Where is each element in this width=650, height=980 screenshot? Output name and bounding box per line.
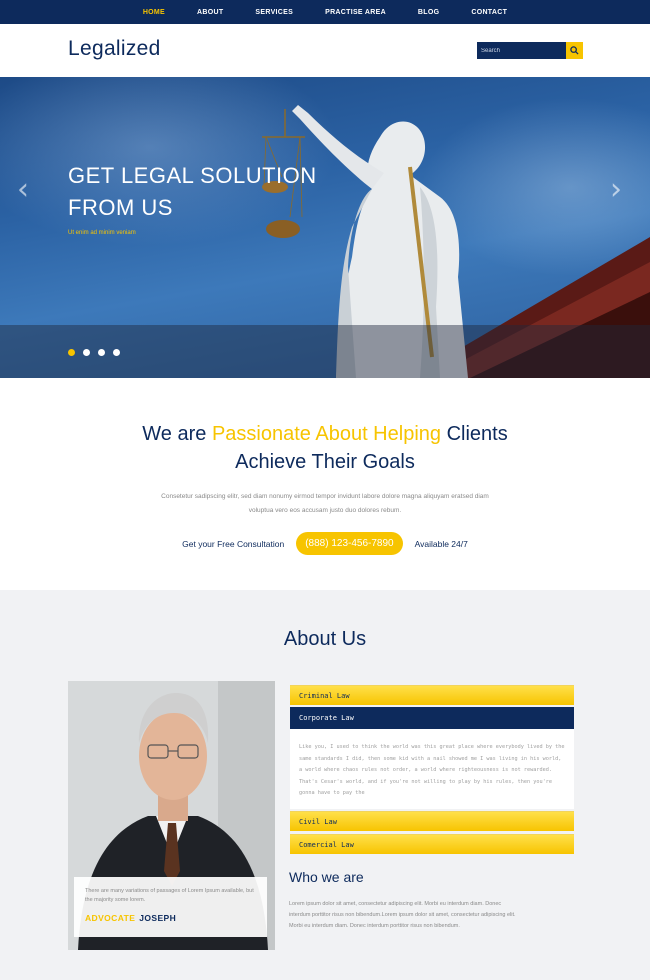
accordion-criminal-law[interactable]: Criminal Law <box>290 685 574 705</box>
site-logo[interactable]: Legalized <box>68 37 161 61</box>
search-button[interactable] <box>566 42 583 59</box>
slider-next-arrow[interactable]: › <box>610 172 622 207</box>
hero-title: GET LEGAL SOLUTION FROM US <box>68 163 317 220</box>
nav-about[interactable]: ABOUT <box>181 9 239 16</box>
slider-dots <box>68 349 120 356</box>
advocate-card-text: There are many variations of passages of… <box>85 888 254 903</box>
phone-button[interactable]: (888) 123-456-7890 <box>296 532 403 555</box>
intro-section: We are Passionate About Helping Clients … <box>0 378 650 590</box>
site-header: Legalized <box>0 24 650 77</box>
about-title: About Us <box>283 628 367 650</box>
advocate-photo: There are many variations of passages of… <box>68 681 275 950</box>
search-icon <box>570 46 579 55</box>
who-we-are-text: Lorem ipsum dolor sit amet, consectetur … <box>289 901 516 929</box>
accordion-corporate-law[interactable]: Corporate Law <box>290 707 574 729</box>
consultation-row: Get your Free Consultation (888) 123-456… <box>0 532 650 555</box>
hero-slider <box>0 77 650 378</box>
availability-label: Available 24/7 <box>414 538 468 549</box>
nav-home[interactable]: HOME <box>127 9 181 16</box>
nav-practise-area[interactable]: PRACTISE AREA <box>309 9 402 16</box>
accordion-comercial-law[interactable]: Comercial Law <box>290 834 574 854</box>
accordion-civil-law[interactable]: Civil Law <box>290 811 574 831</box>
intro-heading: We are Passionate About Helping Clients … <box>142 423 508 473</box>
advocate-name: ADVOCATE JOSEPH <box>85 913 177 923</box>
advocate-card: There are many variations of passages of… <box>74 877 267 937</box>
top-nav: HOME ABOUT SERVICES PRACTISE AREA BLOG C… <box>0 0 650 24</box>
slider-dot[interactable] <box>113 349 120 356</box>
consultation-label: Get your Free Consultation <box>182 538 285 549</box>
slider-dot[interactable] <box>98 349 105 356</box>
slider-dot[interactable] <box>68 349 75 356</box>
slider-prev-arrow[interactable]: ‹ <box>17 172 29 207</box>
intro-paragraph: Consetetur sadipscing elitr, sed diam no… <box>161 493 489 514</box>
nav-services[interactable]: SERVICES <box>239 9 309 16</box>
nav-contact[interactable]: CONTACT <box>455 9 523 16</box>
search-input[interactable] <box>477 42 566 59</box>
search-box <box>477 42 583 59</box>
who-we-are-title: Who we are <box>289 869 364 885</box>
hero-tagline: Ut enim ad minim veniam <box>68 230 136 236</box>
accordion-corporate-law-body: Like you, I used to think the world was … <box>290 729 574 809</box>
slider-dot[interactable] <box>83 349 90 356</box>
nav-blog[interactable]: BLOG <box>402 9 455 16</box>
